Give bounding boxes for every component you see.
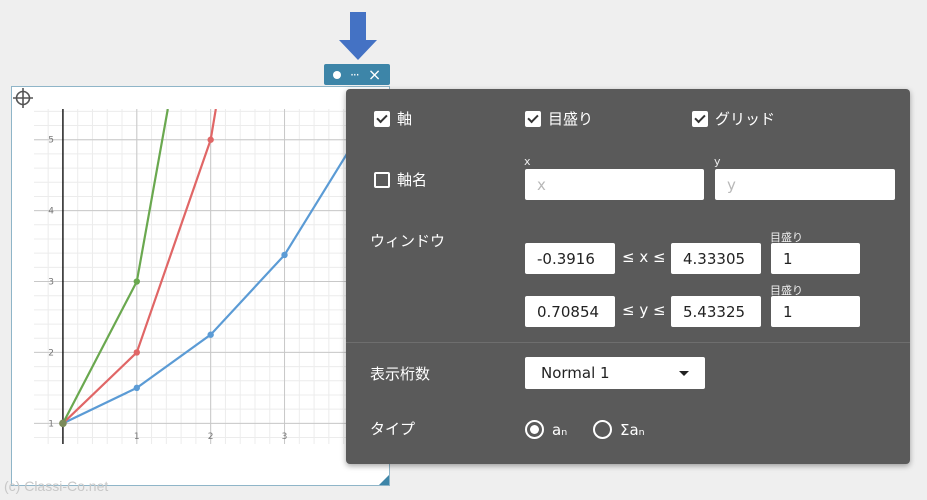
watermark: (c) Classi-Co.net	[4, 478, 109, 494]
axis-name-checkbox[interactable]: 軸名	[374, 169, 427, 190]
y-tick-label: 2	[48, 348, 54, 358]
resize-handle[interactable]	[379, 475, 389, 485]
down-arrow-icon	[339, 12, 377, 60]
grid-checkbox-box[interactable]	[692, 110, 708, 127]
chart-plot[interactable]: 123412345	[12, 87, 389, 485]
x-axis-name-input[interactable]: x	[525, 169, 704, 200]
axis-name-checkbox-box[interactable]	[374, 171, 390, 188]
digits-select[interactable]: Normal 1	[525, 357, 705, 389]
y-inequality: ≤ y ≤	[622, 301, 666, 319]
ticks-checkbox-label: 目盛り	[548, 110, 594, 128]
data-point	[207, 331, 214, 338]
grid-checkbox-label: グリッド	[715, 110, 776, 128]
x-tick-label: 3	[282, 432, 288, 442]
more-icon[interactable]: ···	[350, 69, 360, 81]
data-point	[133, 349, 140, 356]
y-tick-label: 4	[48, 207, 54, 217]
data-point	[133, 278, 140, 285]
type-radio-sum[interactable]: Σaₙ	[593, 420, 645, 439]
crosshair-icon[interactable]	[12, 87, 34, 109]
data-point-origin	[59, 419, 67, 428]
settings-panel: 軸 目盛り グリッド 軸名 x y x y ウィンドウ 目盛り -0.3916 …	[346, 89, 910, 464]
digits-select-value: Normal 1	[541, 364, 610, 382]
radio-unselected-icon[interactable]	[593, 420, 612, 439]
x-caption: x	[524, 155, 531, 168]
y-tick-label: 3	[48, 278, 54, 288]
axis-checkbox-box[interactable]	[374, 110, 390, 127]
x-max-input[interactable]: 4.33305	[671, 243, 761, 274]
type-radio-an[interactable]: aₙ	[525, 420, 567, 439]
y-axis-name-input[interactable]: y	[715, 169, 895, 200]
x-tick-label: 1	[134, 432, 140, 442]
type-radio-sum-label: Σaₙ	[620, 420, 645, 439]
ticks-checkbox-box[interactable]	[525, 110, 541, 127]
dot-icon[interactable]	[332, 70, 341, 79]
close-icon[interactable]: ×	[368, 66, 381, 83]
data-point	[133, 384, 140, 392]
y-tick-input[interactable]: 1	[771, 296, 860, 327]
y-tick-label: 5	[48, 136, 54, 146]
y-caption: y	[714, 155, 721, 168]
digits-label: 表示桁数	[370, 365, 431, 383]
graph-toolbar: ··· ×	[324, 64, 390, 85]
y-max-input[interactable]: 5.43325	[671, 296, 761, 327]
graph-panel[interactable]: 123412345	[11, 86, 390, 486]
axis-checkbox-label: 軸	[397, 110, 413, 128]
radio-selected-icon[interactable]	[525, 420, 544, 439]
window-label: ウィンドウ	[370, 232, 446, 250]
axis-name-checkbox-label: 軸名	[397, 171, 428, 189]
type-radio-an-label: aₙ	[552, 420, 568, 439]
axis-checkbox[interactable]: 軸	[374, 108, 412, 129]
data-point	[281, 251, 288, 259]
divider	[346, 342, 910, 343]
x-tick-input[interactable]: 1	[771, 243, 860, 274]
x-min-input[interactable]: -0.3916	[525, 243, 615, 274]
grid-checkbox[interactable]: グリッド	[692, 108, 775, 129]
caret-down-icon	[679, 370, 689, 376]
y-tick-label: 1	[48, 419, 54, 429]
y-min-input[interactable]: 0.70854	[525, 296, 615, 327]
type-label: タイプ	[370, 420, 416, 438]
x-inequality: ≤ x ≤	[622, 248, 666, 266]
ticks-checkbox[interactable]: 目盛り	[525, 108, 593, 129]
data-point	[207, 136, 214, 143]
x-tick-label: 2	[208, 432, 214, 442]
